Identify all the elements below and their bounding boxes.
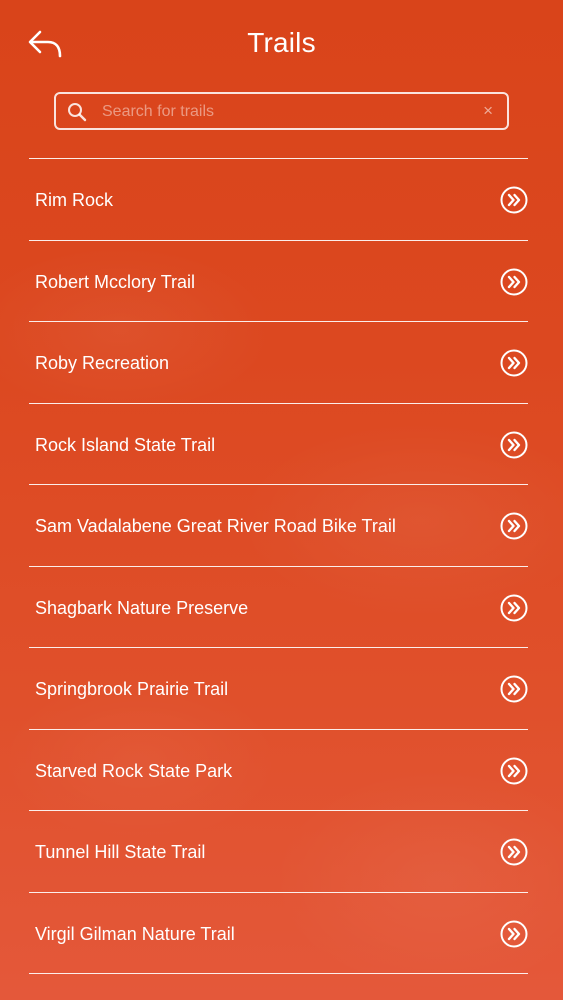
double-chevron-right-icon[interactable] xyxy=(500,431,528,459)
search-icon xyxy=(68,103,87,122)
double-chevron-right-icon[interactable] xyxy=(500,675,528,703)
trail-row[interactable]: Robert Mcclory Trail xyxy=(29,241,528,322)
trail-row[interactable]: Sam Vadalabene Great River Road Bike Tra… xyxy=(29,485,528,567)
trail-name: Robert Mcclory Trail xyxy=(35,271,196,292)
trail-name: Rock Island State Trail xyxy=(35,434,216,455)
search-box: × xyxy=(54,92,509,130)
trail-row[interactable]: Tunnel Hill State Trail xyxy=(29,811,528,893)
trail-name: Rim Rock xyxy=(35,190,114,210)
trail-row[interactable]: Rock Island State Trail xyxy=(29,404,528,485)
double-chevron-right-icon[interactable] xyxy=(500,268,528,296)
trail-name: Virgil Gilman Nature Trail xyxy=(35,923,235,944)
double-chevron-right-icon[interactable] xyxy=(500,838,528,866)
double-chevron-right-icon[interactable] xyxy=(500,920,528,948)
trail-list: Rim Rock Robert Mcclory Trail Roby Recreat… xyxy=(29,158,528,974)
double-chevron-right-icon[interactable] xyxy=(500,757,528,785)
trail-row[interactable]: Rim Rock xyxy=(29,159,528,241)
trail-row[interactable]: Virgil Gilman Nature Trail xyxy=(29,893,528,974)
trail-name: Starved Rock State Park xyxy=(35,760,233,781)
trail-row[interactable]: Roby Recreation xyxy=(29,322,528,404)
trail-name: Shagbark Nature Preserve xyxy=(35,597,249,618)
trail-name: Springbrook Prairie Trail xyxy=(35,679,229,699)
double-chevron-right-icon[interactable] xyxy=(500,186,528,214)
trail-row[interactable]: Starved Rock State Park xyxy=(29,730,528,811)
header: Trails xyxy=(0,0,563,88)
double-chevron-right-icon[interactable] xyxy=(500,512,528,540)
search-input[interactable] xyxy=(100,94,474,130)
trail-name: Tunnel Hill State Trail xyxy=(35,842,206,862)
page-title: Trails xyxy=(247,27,316,58)
trail-row[interactable]: Shagbark Nature Preserve xyxy=(29,567,528,648)
clear-icon[interactable]: × xyxy=(483,101,493,121)
double-chevron-right-icon[interactable] xyxy=(500,594,528,622)
trail-row[interactable]: Springbrook Prairie Trail xyxy=(29,648,528,730)
double-chevron-right-icon[interactable] xyxy=(500,349,528,377)
trail-name: Roby Recreation xyxy=(35,353,170,373)
trail-name: Sam Vadalabene Great River Road Bike Tra… xyxy=(35,516,396,536)
